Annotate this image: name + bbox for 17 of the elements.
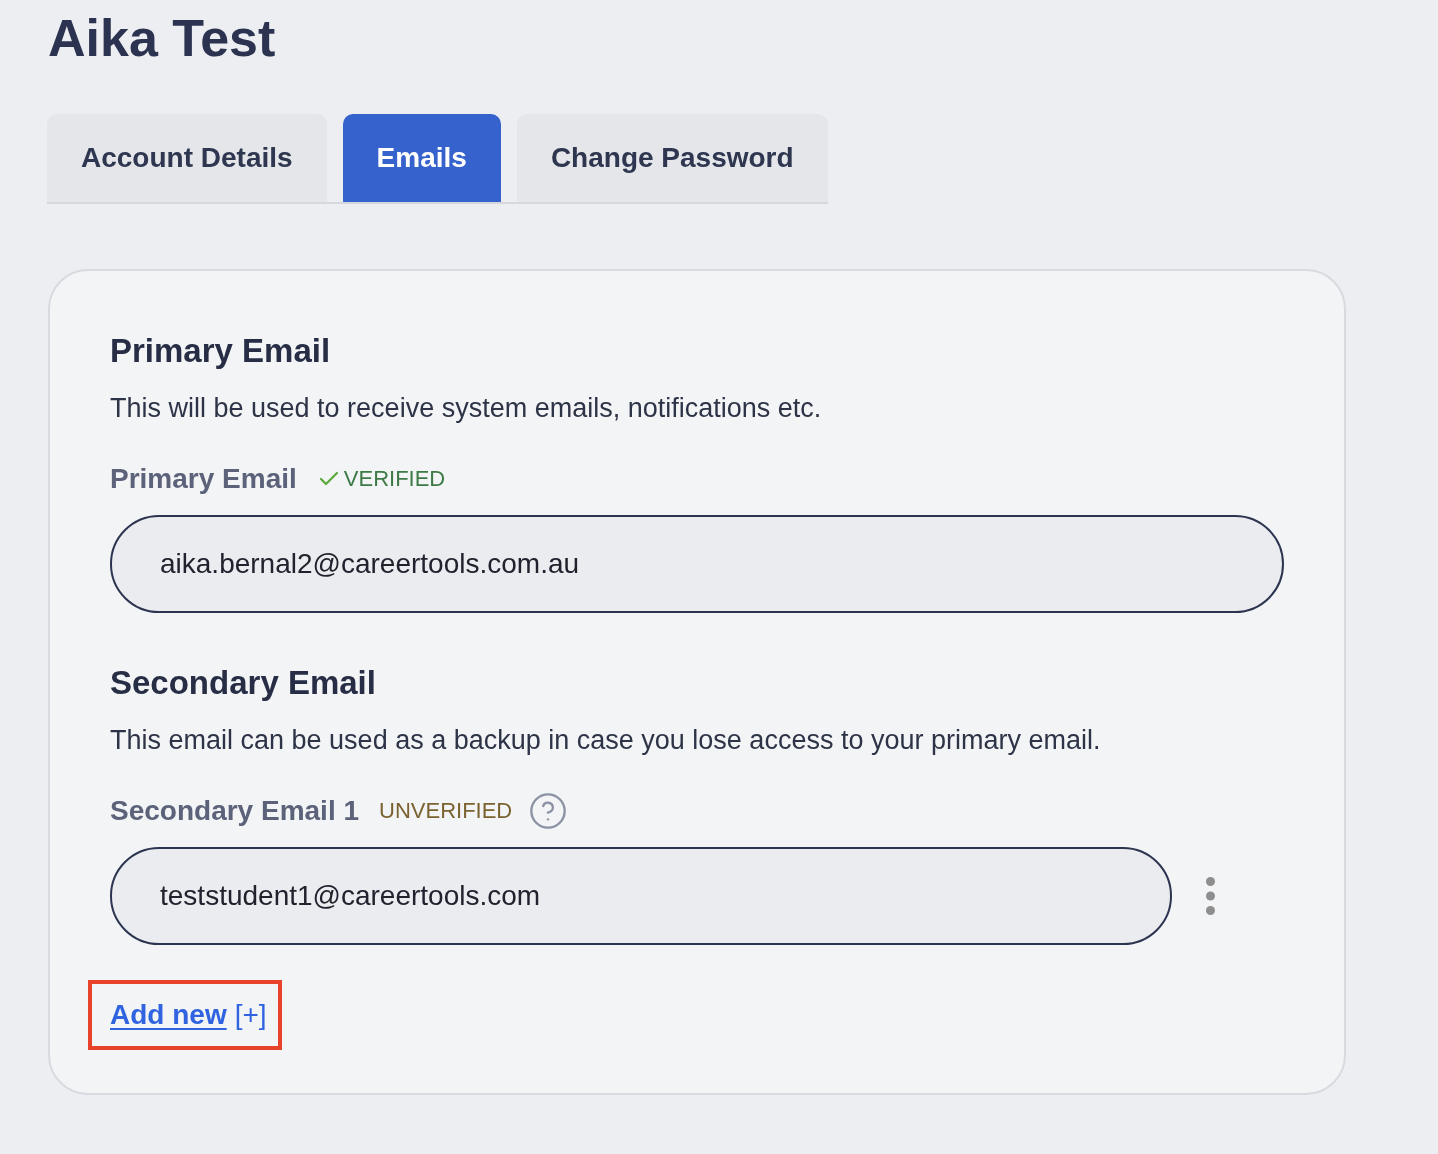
page-title: Aika Test bbox=[48, 8, 276, 68]
more-options-icon[interactable] bbox=[1206, 877, 1215, 915]
verification-status: UNVERIFIED bbox=[379, 797, 513, 825]
add-new-link[interactable]: Add new [+] bbox=[110, 997, 267, 1033]
field-label: Primary Email bbox=[110, 462, 297, 496]
section-heading: Secondary Email bbox=[110, 663, 376, 703]
email-field[interactable]: aika.bernal2@careertools.com.au bbox=[110, 515, 1284, 613]
section-description: This will be used to receive system emails, notifications etc. bbox=[110, 392, 822, 425]
help-icon[interactable] bbox=[528, 791, 569, 831]
tab[interactable]: Change Password bbox=[516, 114, 828, 202]
section-heading: Primary Email bbox=[110, 331, 331, 371]
verification-status: VERIFIED bbox=[343, 465, 446, 493]
tab[interactable]: Emails bbox=[342, 114, 501, 202]
email-field[interactable]: teststudent1@careertools.com bbox=[110, 847, 1172, 945]
field-label: Secondary Email 1 bbox=[110, 794, 359, 828]
section-description: This email can be used as a backup in case you lose access to your primary email. bbox=[110, 724, 1101, 757]
tab[interactable]: Account Details bbox=[47, 114, 327, 202]
